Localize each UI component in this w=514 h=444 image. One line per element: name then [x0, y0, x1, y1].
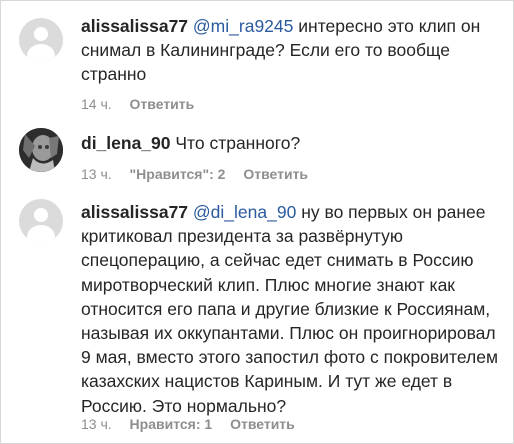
comment-timestamp[interactable]: 14 ч. [81, 96, 112, 112]
comment-meta: 13 ч. "Нравится": 2 Ответить [81, 166, 322, 182]
comment-timestamp[interactable]: 13 ч. [81, 166, 112, 182]
default-avatar-icon [34, 27, 48, 41]
reply-button[interactable]: Ответить [130, 96, 195, 112]
comment-username[interactable]: alissalissa77 [81, 16, 188, 36]
comment-text-block: di_lena_90 Что странного? [81, 131, 501, 155]
likes-count[interactable]: Нравится: 1 [130, 416, 213, 432]
comment-username[interactable]: alissalissa77 [81, 202, 188, 222]
reply-button[interactable]: Ответить [230, 416, 295, 432]
comment-body: Что странного? [175, 133, 301, 153]
comment-body: ну во первых он ранее критиковал президе… [81, 202, 498, 416]
avatar[interactable] [19, 199, 63, 243]
likes-count[interactable]: "Нравится": 2 [130, 166, 226, 182]
comment-timestamp[interactable]: 13 ч. [81, 416, 112, 432]
comment-mention[interactable]: @di_lena_90 [193, 202, 296, 222]
comment-username[interactable]: di_lena_90 [81, 133, 171, 153]
reply-button[interactable]: Ответить [243, 166, 308, 182]
comment-meta: 14 ч. Ответить [81, 96, 208, 112]
avatar[interactable] [19, 18, 63, 62]
comment-meta: 13 ч. Нравится: 1 Ответить [81, 416, 309, 432]
avatar[interactable] [19, 128, 63, 172]
default-avatar-icon [34, 208, 48, 222]
comment-mention[interactable]: @mi_ra9245 [193, 16, 293, 36]
comment-text-block: alissalissa77 @mi_ra9245 интересно это к… [81, 14, 501, 87]
profile-photo [19, 128, 63, 172]
comment-text-block: alissalissa77 @di_lena_90 ну во первых о… [81, 200, 501, 418]
